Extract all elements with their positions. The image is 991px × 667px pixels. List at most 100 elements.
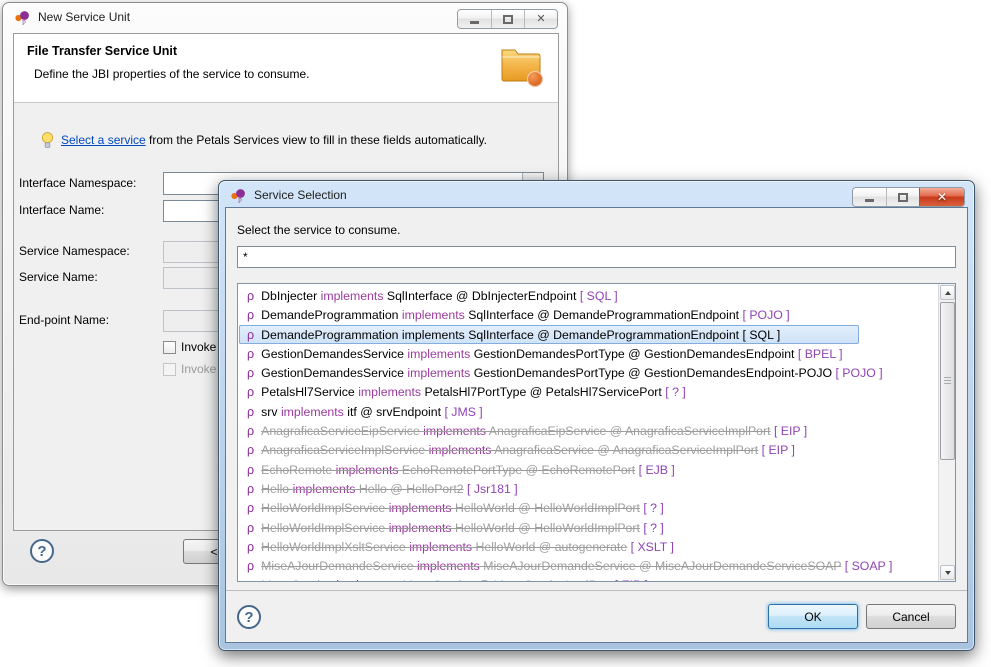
maximize-icon (503, 15, 513, 24)
dialog-titlebar[interactable]: p Service Selection ✕ (219, 181, 974, 208)
service-tag: [ POJO ] (743, 308, 790, 322)
service-tag: [ EIP ] (762, 443, 795, 457)
invoke-checkbox-label: Invoke (181, 340, 216, 354)
svg-text:p: p (22, 17, 26, 25)
close-button[interactable]: ✕ (524, 10, 557, 28)
service-text: GestionDemandesService implements Gestio… (261, 347, 794, 361)
service-list-item[interactable]: ρ DbInjecter implements SqlInterface @ Db… (239, 286, 937, 305)
ok-button[interactable]: OK (768, 604, 858, 629)
help-icon[interactable]: ? (237, 605, 261, 629)
service-list-item[interactable]: ρEchoRemote implements EchoRemotePortTyp… (239, 460, 937, 479)
service-list-item[interactable]: ρ GestionDemandesService implements Gesti… (239, 344, 937, 363)
service-text: DemandeProgrammation implements SqlInter… (261, 328, 739, 342)
service-list-item[interactable]: ρHello implements Hello @ HelloPort2 [ J… (239, 479, 937, 498)
service-text: GestionDemandesService implements Gestio… (261, 366, 832, 380)
service-icon: ρ (247, 308, 254, 322)
folder-icon (497, 39, 545, 91)
wizard-titlebar[interactable]: p New Service Unit ✕ (3, 3, 567, 30)
service-text: HelloWorldImplService implements HelloWo… (261, 521, 640, 535)
close-icon: ✕ (937, 191, 947, 203)
service-list-item[interactable]: ρ AnagraficaServiceEipService implements … (239, 421, 937, 440)
help-icon[interactable]: ? (30, 539, 54, 563)
cancel-button[interactable]: Cancel (866, 604, 956, 629)
service-icon: ρ (247, 347, 254, 361)
implements-keyword: implements (417, 559, 480, 573)
interface-namespace-label: Interface Namespace: (19, 176, 136, 190)
endpoint-name-label: End-point Name: (19, 313, 109, 327)
service-list: ρ DbInjecter implements SqlInterface @ Db… (237, 283, 956, 582)
implements-keyword: implements (429, 443, 492, 457)
service-icon: ρ (247, 521, 254, 535)
service-list-item[interactable]: ρAnagraficaServiceImplService implements… (239, 440, 937, 459)
implements-keyword: implements (389, 501, 452, 515)
service-list-item[interactable]: ρMtomService implements MtomService @ Mt… (239, 575, 937, 581)
service-text: AnagraficaServiceImplService implements … (261, 443, 758, 457)
minimize-button[interactable] (458, 10, 491, 28)
service-list-item[interactable]: ρsrv implements itf @ srvEndpoint [ JMS … (239, 402, 937, 421)
service-text: HelloWorldImplXsltService implements Hel… (261, 540, 627, 554)
vertical-scrollbar[interactable] (938, 284, 955, 581)
implements-keyword: implements (407, 347, 470, 361)
service-filter-input[interactable] (237, 246, 956, 268)
service-selection-window: p Service Selection ✕ Select the service… (218, 180, 975, 651)
service-icon: ρ (247, 328, 254, 342)
invoke-checkbox-disabled (163, 363, 176, 376)
service-icon: ρ (247, 289, 254, 303)
close-button[interactable]: ✕ (919, 188, 964, 206)
close-icon: ✕ (536, 14, 545, 25)
service-icon: ρ (247, 540, 254, 554)
service-list-item[interactable]: ρ HelloWorldImplService implements HelloW… (239, 518, 937, 537)
service-text: DbInjecter implements SqlInterface @ DbI… (261, 289, 576, 303)
dialog-content: Select the service to consume. ρ DbInject… (225, 207, 968, 643)
petals-logo-icon: p (14, 9, 31, 25)
lightbulb-icon (41, 131, 54, 149)
implements-keyword: implements (402, 328, 465, 342)
minimize-icon (470, 21, 479, 24)
implements-keyword: implements (336, 578, 399, 581)
implements-keyword: implements (389, 521, 452, 535)
page-description: Define the JBI properties of the service… (34, 67, 309, 81)
service-icon: ρ (247, 578, 254, 581)
dialog-window-title: Service Selection (254, 188, 347, 202)
maximize-icon (898, 193, 908, 202)
service-tag: [ XSLT ] (631, 540, 674, 554)
service-tag: [ JMS ] (444, 405, 482, 419)
arrow-up-icon (945, 291, 951, 295)
petals-logo-icon: p (230, 187, 247, 203)
implements-keyword: implements (423, 424, 486, 438)
page-title: File Transfer Service Unit (27, 44, 177, 58)
invoke-checkbox-row-disabled: Invoke (163, 362, 216, 376)
wizard-window-title: New Service Unit (38, 10, 130, 24)
implements-keyword: implements (336, 463, 399, 477)
minimize-button[interactable] (853, 188, 886, 206)
scrollbar-up-button[interactable] (940, 285, 955, 300)
service-tag: [ EIP ] (774, 424, 807, 438)
service-text: EchoRemote implements EchoRemotePortType… (261, 463, 635, 477)
service-list-item[interactable]: ρMiseAJourDemandeService implements Mise… (239, 556, 937, 575)
service-list-item[interactable]: ρ DemandeProgrammation implements SqlInte… (239, 325, 859, 344)
service-text: AnagraficaServiceEipService implements A… (261, 424, 770, 438)
invoke-checkbox[interactable] (163, 341, 176, 354)
maximize-button[interactable] (491, 10, 524, 28)
service-list-item[interactable]: ρ HelloWorldImplXsltService implements He… (239, 537, 937, 556)
minimize-icon (865, 199, 874, 202)
dialog-window-controls: ✕ (852, 187, 965, 207)
service-text: srv implements itf @ srvEndpoint (261, 405, 441, 419)
dialog-prompt: Select the service to consume. (237, 223, 400, 237)
service-list-item[interactable]: ρPetalsHl7Service implements PetalsHl7Po… (239, 382, 937, 401)
service-icon: ρ (247, 559, 254, 573)
implements-keyword: implements (358, 385, 421, 399)
service-tag: [ ? ] (665, 385, 686, 399)
service-tag: [ SOAP ] (845, 559, 893, 573)
arrow-down-icon (945, 571, 951, 575)
service-list-item[interactable]: ρDemandeProgrammation implements SqlInte… (239, 305, 937, 324)
service-list-item[interactable]: ρGestionDemandesService implements Gesti… (239, 363, 937, 382)
service-icon: ρ (247, 424, 254, 438)
select-a-service-link[interactable]: Select a service (61, 133, 146, 147)
scrollbar-down-button[interactable] (940, 565, 955, 580)
service-tag: [ Jsr181 ] (467, 482, 518, 496)
service-list-item[interactable]: ρHelloWorldImplService implements HelloW… (239, 498, 937, 517)
maximize-button[interactable] (886, 188, 919, 206)
implements-keyword: implements (281, 405, 344, 419)
scrollbar-thumb[interactable] (940, 302, 955, 460)
